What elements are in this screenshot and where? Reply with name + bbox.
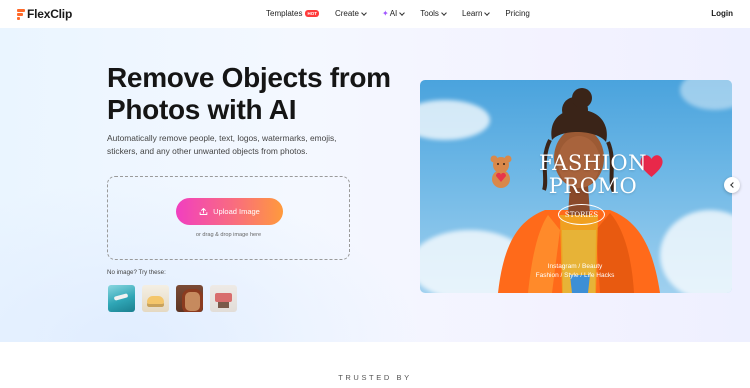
promo-subtitle-line1: Instagram / Beauty <box>547 263 603 270</box>
promo-subtitle: Instagram / Beauty Fashion / Style / Lif… <box>525 262 625 280</box>
fashion-promo-preview: FASHION PROMO STORIES Instagram / Beauty… <box>420 80 732 293</box>
nav-pricing-label: Pricing <box>505 9 530 18</box>
nav-create[interactable]: Create <box>334 9 367 18</box>
nav-learn[interactable]: Learn <box>461 9 491 18</box>
logo-text: FlexClip <box>27 7 73 21</box>
trusted-by-heading: TRUSTED BY <box>338 373 412 382</box>
chevron-down-icon <box>361 9 367 16</box>
carousel-prev-button[interactable] <box>724 177 740 193</box>
upload-icon <box>199 207 208 216</box>
hot-badge: HOT <box>305 10 319 17</box>
nav-learn-label: Learn <box>461 9 483 18</box>
sample-image-room[interactable] <box>210 285 237 312</box>
nav-tools-label: Tools <box>420 9 439 18</box>
sample-image-portrait[interactable] <box>176 285 203 312</box>
sample-image-food[interactable] <box>142 285 169 312</box>
page-title: Remove Objects from Photos with AI <box>107 62 391 125</box>
flexclip-logo[interactable]: FlexClip <box>17 7 72 21</box>
sample-images-label: No image? Try these: <box>107 269 166 276</box>
top-nav: FlexClip Templates HOT Create ✦ AI Tools… <box>0 0 750 28</box>
sparkle-icon: ✦ <box>381 9 389 18</box>
nav-create-label: Create <box>334 9 359 18</box>
upload-image-button[interactable]: Upload Image <box>176 198 283 225</box>
chevron-down-icon <box>399 9 406 16</box>
chevron-down-icon <box>484 9 491 16</box>
nav-ai-label: AI <box>389 9 398 18</box>
nav-templates[interactable]: Templates HOT <box>266 9 319 18</box>
promo-title-line1: FASHION <box>539 151 647 175</box>
chevron-left-icon <box>730 182 736 188</box>
nav-tools[interactable]: Tools <box>420 9 447 18</box>
stories-badge: STORIES <box>558 204 605 225</box>
drop-hint: or drag & drop image here <box>195 232 262 238</box>
nav-ai[interactable]: ✦ AI <box>381 9 406 18</box>
sample-image-beach[interactable] <box>108 285 135 312</box>
nav-links: Templates HOT Create ✦ AI Tools Learn Pr… <box>266 9 546 18</box>
chevron-down-icon <box>441 9 447 16</box>
drop-zone[interactable]: Upload Image or drag & drop image here <box>107 176 350 260</box>
login-link[interactable]: Login <box>711 9 733 18</box>
nav-templates-label: Templates <box>266 9 303 18</box>
promo-title: FASHION PROMO <box>533 152 653 198</box>
nav-pricing[interactable]: Pricing <box>505 9 529 18</box>
teddy-bear-sticker <box>486 153 516 189</box>
promo-subtitle-line2: Fashion / Style / Life Hacks <box>535 272 615 279</box>
hero-description: Automatically remove people, text, logos… <box>107 133 337 156</box>
promo-title-line2: PROMO <box>548 174 638 198</box>
sample-images <box>108 285 237 312</box>
logo-mark-icon <box>17 8 26 20</box>
upload-image-label: Upload Image <box>213 207 260 216</box>
